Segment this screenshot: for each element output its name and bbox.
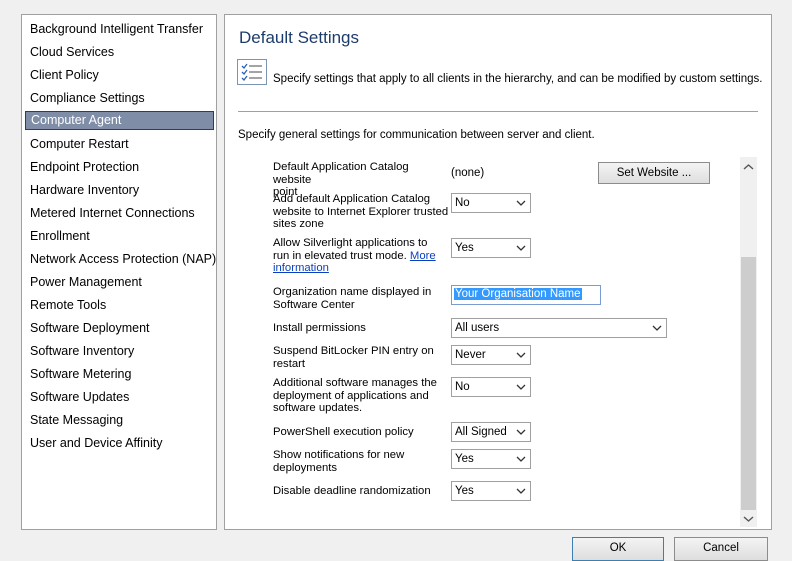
- nav-item-cloud-services[interactable]: Cloud Services: [25, 43, 214, 62]
- bitlocker-dropdown[interactable]: Never: [451, 345, 531, 365]
- dropdown-value: Yes: [455, 453, 474, 465]
- dropdown-value: Never: [455, 349, 486, 361]
- nav-item-hardware-inventory[interactable]: Hardware Inventory: [25, 181, 214, 200]
- organization-name-input[interactable]: Your Organisation Name: [451, 285, 601, 305]
- powershell-policy-label: PowerShell execution policy: [273, 426, 414, 438]
- chevron-down-icon: [652, 325, 662, 331]
- organization-name-label: Organization name displayed in Software …: [273, 286, 432, 311]
- bitlocker-label: Suspend BitLocker PIN entry on restart: [273, 345, 434, 370]
- nav-item-computer-agent[interactable]: Computer Agent: [25, 111, 214, 130]
- more-information-link-continued[interactable]: information: [273, 262, 449, 275]
- dropdown-value: All users: [455, 322, 500, 334]
- chevron-down-icon: [516, 384, 526, 390]
- dropdown-value: No: [455, 381, 470, 393]
- organization-name-value: Your Organisation Name: [454, 288, 582, 300]
- dropdown-value: No: [455, 197, 470, 209]
- dropdown-value: Yes: [455, 485, 474, 497]
- dropdown-value: All Signed: [455, 426, 507, 438]
- install-permissions-label: Install permissions: [273, 322, 366, 334]
- checklist-icon: [237, 59, 267, 85]
- panel-description: Specify settings that apply to all clien…: [273, 73, 763, 85]
- show-notifications-label: Show notifications for new deployments: [273, 449, 405, 474]
- nav-item-user-and-device-affinity[interactable]: User and Device Affinity: [25, 434, 214, 453]
- silverlight-dropdown[interactable]: Yes: [451, 238, 531, 258]
- chevron-down-icon: [516, 429, 526, 435]
- chevron-down-icon: [516, 245, 526, 251]
- section-description: Specify general settings for communicati…: [238, 129, 595, 141]
- add-to-trusted-sites-label: Add default Application Catalog website …: [273, 193, 449, 230]
- show-notifications-dropdown[interactable]: Yes: [451, 449, 531, 469]
- additional-software-dropdown[interactable]: No: [451, 377, 531, 397]
- chevron-down-icon: [516, 488, 526, 494]
- nav-item-computer-restart[interactable]: Computer Restart: [25, 135, 214, 154]
- chevron-down-icon: [516, 352, 526, 358]
- nav-item-software-updates[interactable]: Software Updates: [25, 388, 214, 407]
- chevron-down-icon: [516, 200, 526, 206]
- add-to-trusted-sites-dropdown[interactable]: No: [451, 193, 531, 213]
- silverlight-label: Allow Silverlight applications to run in…: [273, 237, 449, 275]
- nav-item-client-policy[interactable]: Client Policy: [25, 66, 214, 85]
- nav-item-compliance-settings[interactable]: Compliance Settings: [25, 89, 214, 108]
- nav-item-remote-tools[interactable]: Remote Tools: [25, 296, 214, 315]
- powershell-policy-dropdown[interactable]: All Signed: [451, 422, 531, 442]
- nav-item-enrollment[interactable]: Enrollment: [25, 227, 214, 246]
- settings-category-list[interactable]: Background Intelligent Transfer Cloud Se…: [21, 14, 217, 530]
- dropdown-value: Yes: [455, 242, 474, 254]
- nav-item-state-messaging[interactable]: State Messaging: [25, 411, 214, 430]
- page-title: Default Settings: [239, 28, 360, 47]
- set-website-button[interactable]: Set Website ...: [598, 162, 710, 184]
- header-divider: [238, 111, 758, 112]
- chevron-down-icon: [516, 456, 526, 462]
- scrollbar-thumb[interactable]: [741, 257, 756, 510]
- deadline-randomization-dropdown[interactable]: Yes: [451, 481, 531, 501]
- additional-software-label: Additional software manages the deployme…: [273, 377, 437, 414]
- nav-item-software-metering[interactable]: Software Metering: [25, 365, 214, 384]
- nav-item-network-access-protection[interactable]: Network Access Protection (NAP): [25, 250, 216, 269]
- cancel-button[interactable]: Cancel: [674, 537, 768, 561]
- nav-item-software-inventory[interactable]: Software Inventory: [25, 342, 214, 361]
- nav-item-software-deployment[interactable]: Software Deployment: [25, 319, 214, 338]
- install-permissions-dropdown[interactable]: All users: [451, 318, 667, 338]
- more-information-link[interactable]: More: [410, 250, 436, 262]
- catalog-point-value: (none): [451, 167, 485, 179]
- nav-item-endpoint-protection[interactable]: Endpoint Protection: [25, 158, 214, 177]
- scroll-up-arrow-icon[interactable]: [743, 163, 754, 171]
- deadline-randomization-label: Disable deadline randomization: [273, 485, 431, 497]
- nav-item-background-intelligent-transfer[interactable]: Background Intelligent Transfer: [25, 20, 214, 39]
- ok-button[interactable]: OK: [572, 537, 664, 561]
- nav-item-metered-internet-connections[interactable]: Metered Internet Connections: [25, 204, 214, 223]
- nav-item-power-management[interactable]: Power Management: [25, 273, 214, 292]
- scroll-down-arrow-icon[interactable]: [743, 515, 754, 523]
